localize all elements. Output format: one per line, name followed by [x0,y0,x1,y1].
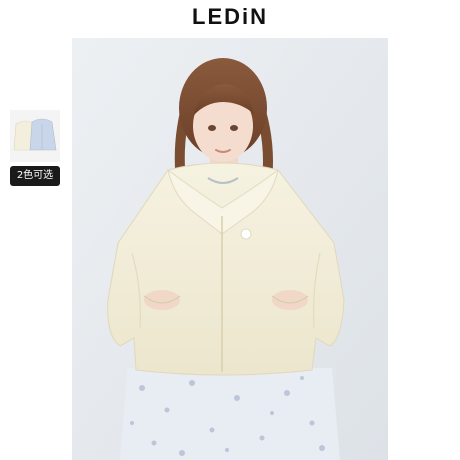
color-options-badge[interactable]: 2色可选 [10,166,60,186]
product-photo[interactable] [72,38,388,460]
brand-logo: LEDiN [192,4,268,29]
color-swatch-thumbnail[interactable] [10,110,60,162]
product-listing-card: LEDiN 2色可选 [0,0,460,460]
